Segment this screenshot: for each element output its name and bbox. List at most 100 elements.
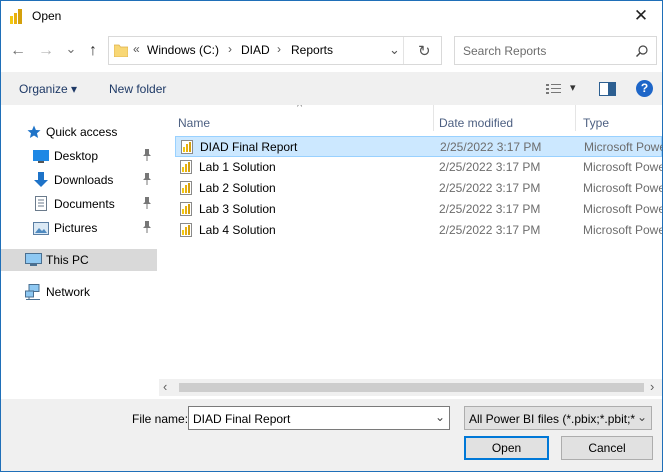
breadcrumb-diad[interactable]: DIAD	[241, 43, 270, 57]
pin-icon[interactable]	[143, 221, 151, 233]
sidebar-item-label: This PC	[46, 253, 89, 267]
view-dropdown-arrow[interactable]: ▾	[570, 81, 576, 94]
column-header-date-modified[interactable]: Date modified	[439, 116, 513, 130]
pbix-file-icon	[180, 181, 192, 195]
file-type: Microsoft Power BI	[583, 223, 662, 237]
pbix-file-icon	[181, 140, 193, 154]
column-header-type[interactable]: Type	[583, 116, 609, 130]
file-row-lab-4-solution[interactable]: Lab 4 Solution 2/25/2022 3:17 PM Microso…	[175, 220, 662, 241]
breadcrumb-windows-c[interactable]: Windows (C:)	[147, 43, 219, 57]
breadcrumb-reports[interactable]: Reports	[291, 43, 333, 57]
file-type-filter-value: All Power BI files (*.pbix;*.pbit;*	[469, 412, 636, 426]
file-name-input[interactable]: DIAD Final Report	[193, 412, 290, 426]
address-bar[interactable]: « Windows (C:) › DIAD › Reports ⌄ ↻	[108, 36, 442, 65]
command-bar	[1, 72, 662, 105]
address-dropdown-button[interactable]: ⌄	[389, 42, 400, 58]
power-bi-app-icon	[10, 9, 22, 24]
sidebar-item-label: Pictures	[54, 221, 98, 235]
folder-icon	[114, 44, 128, 57]
cancel-button[interactable]: Cancel	[561, 436, 653, 460]
navigation-pane: Quick access Desktop Downloads Documents	[1, 105, 159, 399]
file-date: 2/25/2022 3:17 PM	[439, 181, 541, 195]
file-type: Microsoft Power BI	[583, 160, 662, 174]
file-name: Lab 1 Solution	[199, 160, 276, 174]
window-title: Open	[32, 9, 62, 23]
pbix-file-icon	[180, 202, 192, 216]
computer-icon	[25, 253, 42, 266]
preview-pane-icon[interactable]	[599, 82, 616, 96]
scroll-right-button[interactable]: ›	[650, 379, 654, 394]
scrollbar-thumb[interactable]	[179, 383, 644, 392]
sidebar-item-this-pc[interactable]: This PC	[1, 249, 157, 271]
file-date: 2/25/2022 3:17 PM	[439, 160, 541, 174]
sidebar-item-quick-access[interactable]: Quick access	[1, 121, 157, 143]
sidebar-item-label: Downloads	[54, 173, 114, 187]
address-divider	[403, 37, 404, 64]
open-button[interactable]: Open	[464, 436, 549, 460]
download-icon	[34, 172, 48, 187]
new-folder-button[interactable]: New folder	[109, 82, 166, 96]
breadcrumb-overflow[interactable]: «	[133, 42, 140, 56]
search-icon	[636, 45, 648, 57]
file-type: Microsoft Power BI	[583, 181, 662, 195]
breadcrumb-separator[interactable]: ›	[277, 42, 281, 56]
sidebar-item-label: Desktop	[54, 149, 99, 163]
recent-locations-button[interactable]: ⌄	[65, 41, 77, 57]
file-row-lab-1-solution[interactable]: Lab 1 Solution 2/25/2022 3:17 PM Microso…	[175, 157, 662, 178]
close-button[interactable]: ✕	[627, 5, 655, 27]
breadcrumb-separator[interactable]: ›	[228, 42, 232, 56]
sidebar-item-network[interactable]: Network	[1, 281, 157, 303]
view-options-icon[interactable]	[546, 83, 562, 95]
refresh-button[interactable]: ↻	[418, 42, 431, 60]
sidebar-item-downloads[interactable]: Downloads	[1, 169, 157, 191]
horizontal-scrollbar[interactable]: ‹ ›	[159, 379, 662, 396]
help-button[interactable]: ?	[636, 81, 653, 95]
desktop-icon	[33, 150, 49, 163]
file-row-lab-2-solution[interactable]: Lab 2 Solution 2/25/2022 3:17 PM Microso…	[175, 178, 662, 199]
file-name: Lab 3 Solution	[199, 202, 276, 216]
star-icon	[27, 125, 41, 138]
sidebar-item-desktop[interactable]: Desktop	[1, 145, 157, 167]
title-bar: Open ✕	[1, 1, 662, 32]
forward-button[interactable]: →	[37, 42, 55, 60]
file-name: Lab 4 Solution	[199, 223, 276, 237]
column-divider[interactable]	[575, 105, 576, 131]
sidebar-item-label: Quick access	[46, 125, 118, 139]
up-button[interactable]: ↑	[85, 42, 101, 60]
documents-icon	[35, 196, 47, 211]
file-row-diad-final-report[interactable]: DIAD Final Report 2/25/2022 3:17 PM Micr…	[175, 136, 662, 157]
pictures-icon	[33, 222, 49, 235]
file-date: 2/25/2022 3:17 PM	[439, 223, 541, 237]
column-divider[interactable]	[433, 105, 434, 131]
scroll-left-button[interactable]: ‹	[163, 379, 167, 394]
organize-button[interactable]: Organize ▾	[19, 82, 77, 96]
back-button[interactable]: ←	[9, 42, 27, 60]
search-box[interactable]: Search Reports	[454, 36, 657, 65]
file-type: Microsoft Power BI	[584, 140, 662, 154]
sort-ascending-icon: ^	[297, 105, 303, 113]
column-header-name[interactable]: Name	[178, 116, 210, 130]
open-dialog: Open ✕ ← → ⌄ ↑ « Windows (C:) › DIAD › R…	[0, 0, 663, 472]
sidebar-item-label: Documents	[54, 197, 115, 211]
pin-icon[interactable]	[143, 197, 151, 209]
file-type: Microsoft Power BI	[583, 202, 662, 216]
sidebar-item-label: Network	[46, 285, 91, 299]
file-date: 2/25/2022 3:17 PM	[440, 140, 542, 154]
pbix-file-icon	[180, 223, 192, 237]
file-name: Lab 2 Solution	[199, 181, 276, 195]
sidebar-item-documents[interactable]: Documents	[1, 193, 157, 215]
pin-icon[interactable]	[143, 173, 151, 185]
file-name-label: File name:	[132, 412, 189, 426]
file-name-field[interactable]: DIAD Final Report ⌄	[188, 406, 450, 430]
network-icon	[25, 284, 40, 300]
sidebar-item-pictures[interactable]: Pictures	[1, 217, 157, 239]
file-list: ^ Name Date modified Type DIAD Final Rep…	[159, 105, 662, 399]
file-row-lab-3-solution[interactable]: Lab 3 Solution 2/25/2022 3:17 PM Microso…	[175, 199, 662, 220]
file-name-dropdown-button[interactable]: ⌄	[435, 410, 445, 424]
file-type-filter[interactable]: All Power BI files (*.pbix;*.pbit;* ⌄	[464, 406, 652, 430]
file-name: DIAD Final Report	[200, 140, 298, 154]
search-input[interactable]: Search Reports	[463, 44, 546, 58]
pin-icon[interactable]	[143, 149, 151, 161]
file-date: 2/25/2022 3:17 PM	[439, 202, 541, 216]
file-type-dropdown-arrow[interactable]: ⌄	[637, 410, 647, 424]
